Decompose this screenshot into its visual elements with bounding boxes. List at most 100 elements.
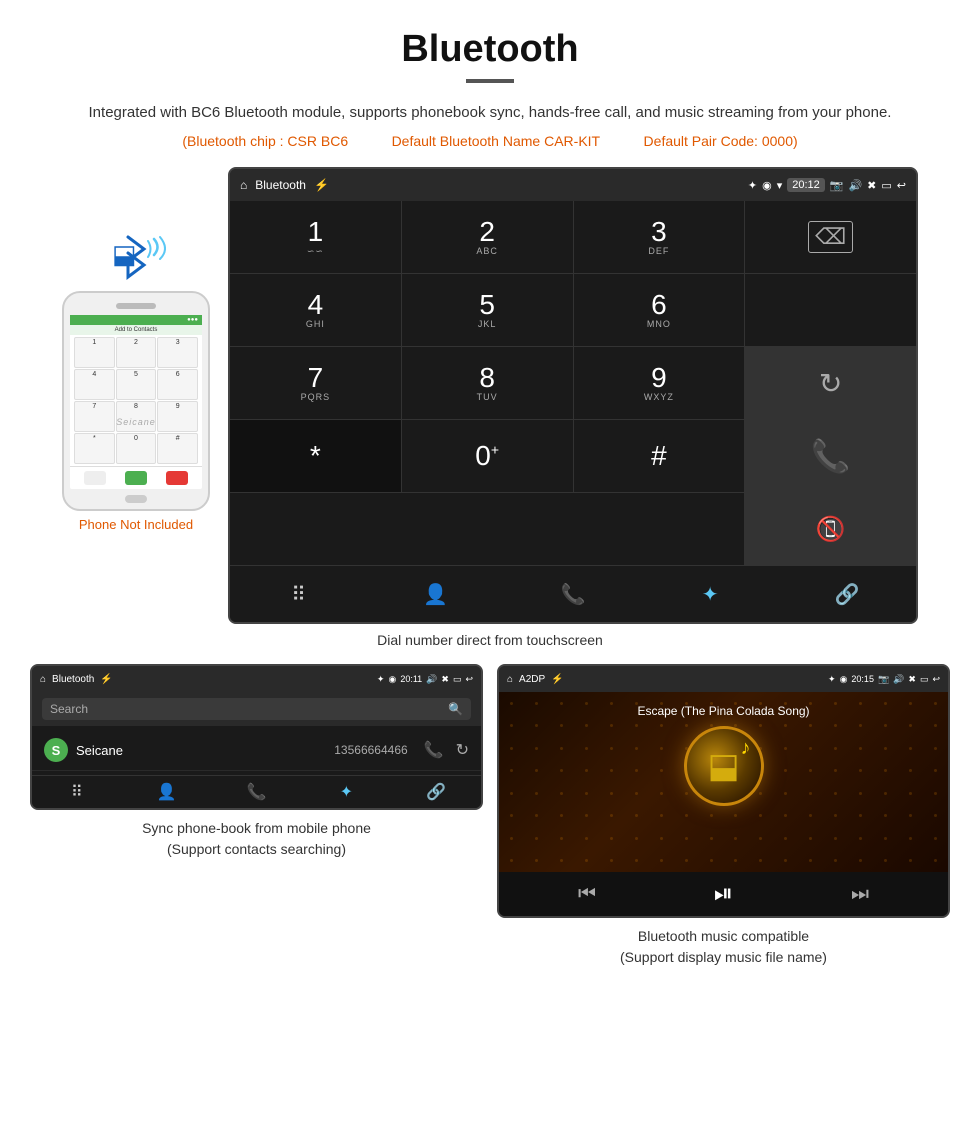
page-description: Integrated with BC6 Bluetooth module, su… [60,101,920,125]
time-display: 20:12 [787,178,825,192]
back-icon[interactable]: ↩ [897,179,906,192]
music-display: // Generate dots inline for(let i=0; i<1… [499,692,948,872]
search-placeholder-text: Search [50,702,88,716]
phone-key-5: 5 [116,369,157,400]
usb-icon: ⚡ [314,178,329,192]
pbnav-link-icon[interactable]: 🔗 [418,782,454,802]
android-dial-screen: ⌂ Bluetooth ⚡ ✦ ◉ ▾ 20:12 📷 🔊 ✖ ▭ ↩ 1∽∽ [228,167,918,624]
search-bar[interactable]: Search 🔍 [42,698,471,720]
close-icon[interactable]: ✖ [867,179,876,192]
mus-back-icon[interactable]: ↩ [932,674,940,685]
bluetooth-waves: ⬓ [106,227,166,287]
dial-key-star[interactable]: * [230,420,401,492]
music-caption: Bluetooth music compatible(Support displ… [620,926,827,968]
pb-sync-icon[interactable]: ↻ [456,740,469,760]
page-title: Bluetooth [0,0,980,79]
pbnav-grid-icon[interactable]: ⠿ [59,782,95,802]
dial-empty-r5c1 [230,493,744,565]
mus-close-icon[interactable]: ✖ [908,674,916,685]
dial-end-call-button[interactable]: 📵 [745,493,916,565]
pb-time: 20:11 [400,674,422,684]
nav-settings-icon[interactable]: 🔗 [822,574,872,614]
statusbar-right: ✦ ◉ ▾ 20:12 📷 🔊 ✖ ▭ ↩ [748,178,906,192]
wifi-icon: ▾ [777,179,783,192]
nav-phone-icon[interactable]: 📞 [548,574,598,614]
specs-line: (Bluetooth chip : CSR BC6 Default Blueto… [0,133,980,149]
spec-code: Default Pair Code: 0000) [644,133,798,149]
contact-number: 13566664466 [334,743,407,757]
nav-contacts-icon[interactable]: 👤 [411,574,461,614]
dial-key-0[interactable]: 0+ [402,420,573,492]
dial-key-6[interactable]: 6MNO [574,274,745,346]
contact-name: Seicane [76,743,326,758]
mus-time: 20:15 [851,674,874,684]
music-controls: ⏮ ⏯ ⏭ [499,872,948,916]
end-call-icon: 📵 [816,515,846,544]
phone-image: ●●● Add to Contacts 1 2 3 4 5 6 7 8 9 * … [62,291,210,511]
pb-close-icon[interactable]: ✖ [441,674,449,685]
phone-screen-addcontact: Add to Contacts [70,325,202,335]
backspace-icon: ⌫ [808,221,853,253]
pb-gps-icon: ◉ [388,674,396,685]
volume-icon[interactable]: 🔊 [848,179,862,192]
pb-search-icon: 🔍 [448,702,463,716]
gps-icon: ◉ [762,179,772,192]
contact-item-seicane[interactable]: S Seicane 13566664466 📞 ↻ [32,730,481,771]
pb-home-icon[interactable]: ⌂ [40,674,46,685]
nav-bluetooth-icon[interactable]: ✦ [685,574,735,614]
mus-vol-icon[interactable]: 🔊 [893,674,904,685]
phone-speaker [116,303,156,309]
pb-back-icon[interactable]: ↩ [465,674,473,685]
dial-key-9[interactable]: 9WXYZ [574,347,745,419]
dial-key-1[interactable]: 1∽∽ [230,201,401,273]
music-note-icon: ♪ [741,737,751,760]
dial-key-2[interactable]: 2ABC [402,201,573,273]
prev-track-button[interactable]: ⏮ [578,883,596,906]
pbnav-phone-icon[interactable]: 📞 [238,782,274,802]
phone-screen: ●●● Add to Contacts 1 2 3 4 5 6 7 8 9 * … [70,315,202,489]
mus-camera-icon[interactable]: 📷 [878,674,889,685]
pbnav-contacts-icon[interactable]: 👤 [149,782,185,802]
phone-dialpad: 1 2 3 4 5 6 7 8 9 * 0 # [70,335,202,466]
phonebook-block: ⌂ Bluetooth ⚡ ✦ ◉ 20:11 🔊 ✖ ▭ ↩ Search [30,664,483,968]
music-block: ⌂ A2DP ⚡ ✦ ◉ 20:15 📷 🔊 ✖ ▭ ↩ [497,664,950,968]
dial-key-hash[interactable]: # [574,420,745,492]
music-statusbar: ⌂ A2DP ⚡ ✦ ◉ 20:15 📷 🔊 ✖ ▭ ↩ [499,666,948,692]
dial-key-5[interactable]: 5JKL [402,274,573,346]
home-icon[interactable]: ⌂ [240,178,247,192]
pb-screen-icon[interactable]: ▭ [453,674,462,685]
title-divider [466,79,514,83]
phone-back-btn [84,471,106,485]
phone-mockup: ⬓ ●●● Add to Contacts 1 2 3 4 [62,227,210,532]
next-track-button[interactable]: ⏭ [851,883,869,906]
mus-screen-icon[interactable]: ▭ [920,674,929,685]
dial-key-7[interactable]: 7PQRS [230,347,401,419]
phonebook-search-area: Search 🔍 [32,692,481,726]
pb-bt-icon: ✦ [377,674,385,685]
camera-icon[interactable]: 📷 [830,179,844,192]
nav-dialpad-icon[interactable]: ⠿ [274,574,324,614]
dial-refresh[interactable]: ↻ [745,347,916,419]
music-bt-center-icon: ⬓ [707,746,739,786]
dial-keypad-grid: 1∽∽ 2ABC 3DEF ⌫ 4GHI 5JKL 6MNO [230,201,916,565]
phone-call-btn [125,471,147,485]
pbnav-bt-icon[interactable]: ✦ [328,782,364,802]
dial-backspace[interactable]: ⌫ [745,201,916,273]
pb-usb-icon: ⚡ [100,674,112,685]
phonebook-nav: ⠿ 👤 📞 ✦ 🔗 [32,775,481,808]
mus-home-icon[interactable]: ⌂ [507,674,513,685]
phone-key-4: 4 [74,369,115,400]
dial-statusbar: ⌂ Bluetooth ⚡ ✦ ◉ ▾ 20:12 📷 🔊 ✖ ▭ ↩ [230,169,916,201]
pb-call-icon[interactable]: 📞 [424,740,444,760]
dial-empty-r2c4 [745,274,916,346]
screen-icon[interactable]: ▭ [881,179,891,192]
dial-key-4[interactable]: 4GHI [230,274,401,346]
play-pause-button[interactable]: ⏯ [714,880,733,908]
music-screen: ⌂ A2DP ⚡ ✦ ◉ 20:15 📷 🔊 ✖ ▭ ↩ [497,664,950,918]
mus-appname: A2DP [519,674,545,685]
phonebook-statusbar: ⌂ Bluetooth ⚡ ✦ ◉ 20:11 🔊 ✖ ▭ ↩ [32,666,481,692]
pb-vol-icon[interactable]: 🔊 [426,674,437,685]
dial-key-3[interactable]: 3DEF [574,201,745,273]
dial-key-8[interactable]: 8TUV [402,347,573,419]
dial-call-button[interactable]: 📞 [745,420,916,492]
